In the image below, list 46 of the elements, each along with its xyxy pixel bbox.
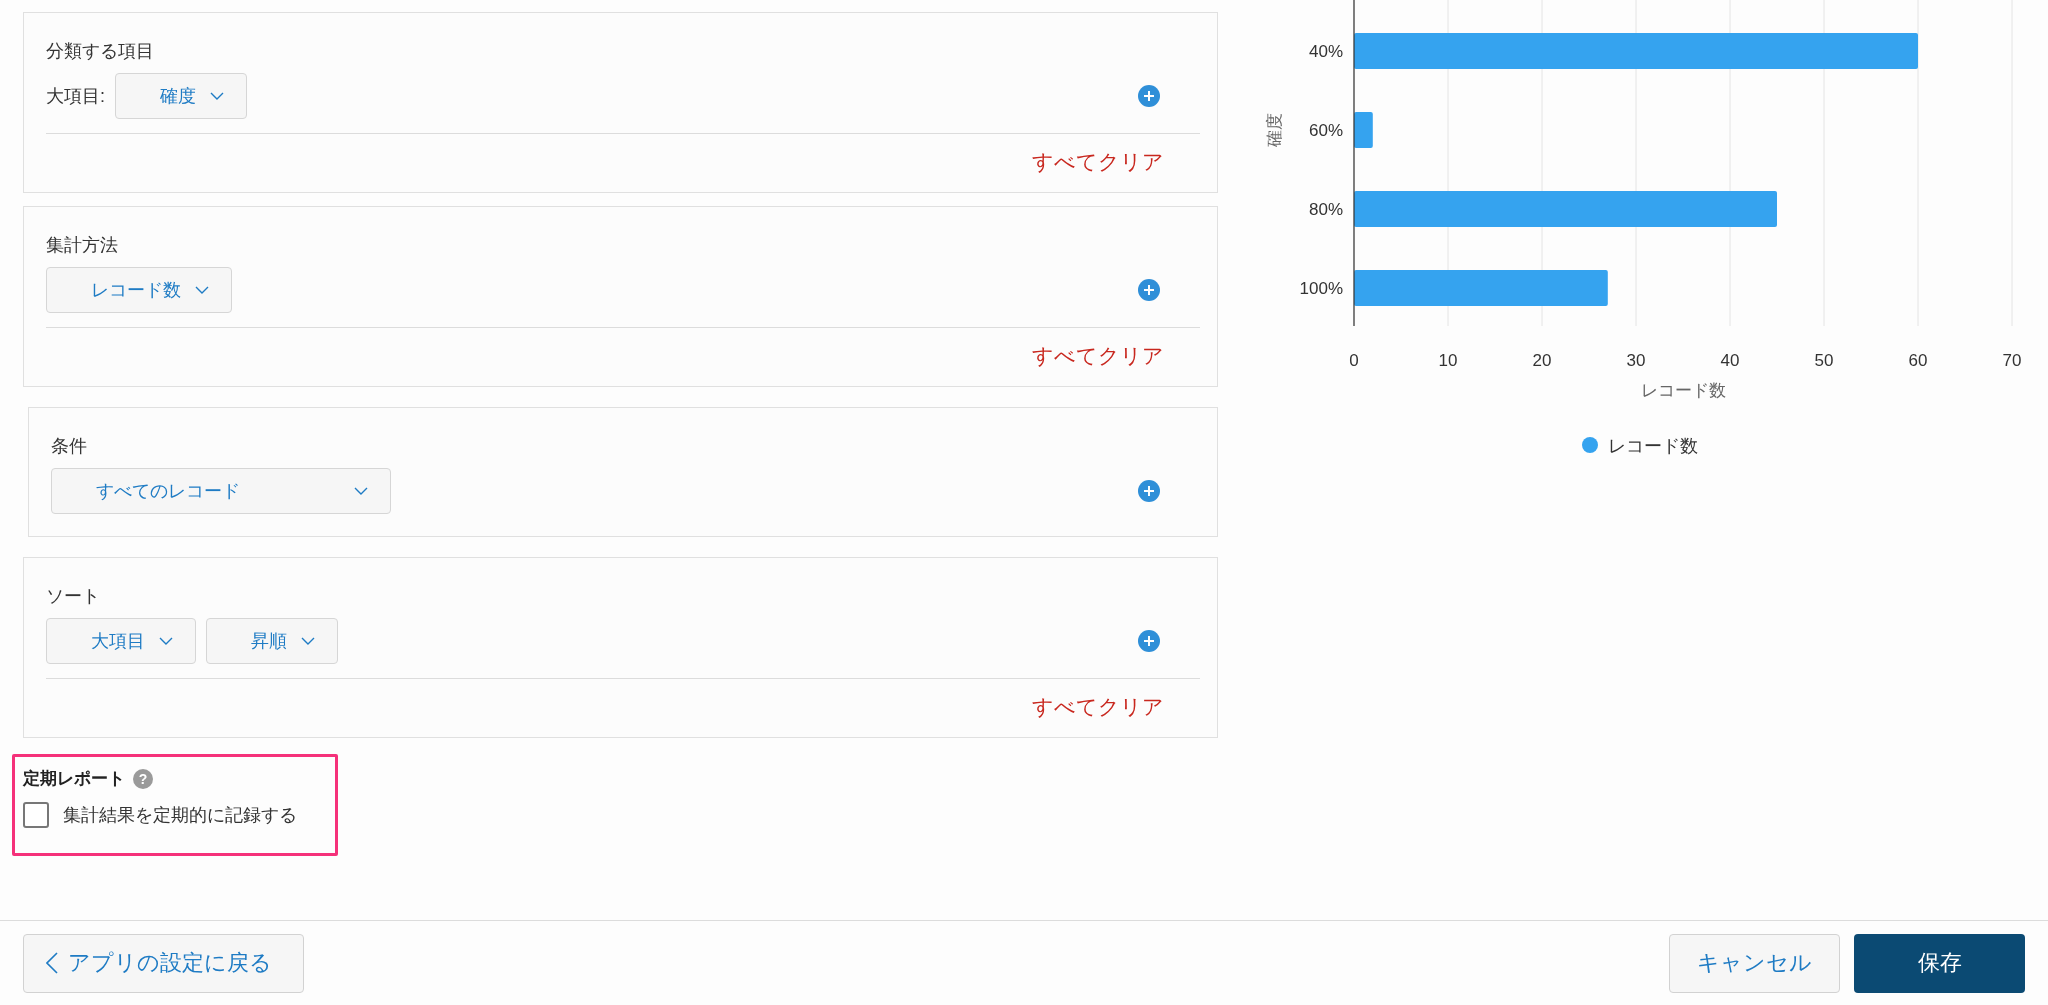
chevron-left-icon [46,952,58,974]
axis-label: 50 [1814,351,1834,370]
add-icon[interactable] [1138,630,1160,652]
checkbox[interactable] [23,802,49,828]
add-icon[interactable] [1138,480,1160,502]
save-button[interactable]: 保存 [1854,933,2025,993]
axis-label: 0 [1349,351,1359,370]
legend-dot [1582,437,1598,453]
clear-all-link[interactable]: すべてクリア [1032,148,1164,176]
axis-label: 20 [1532,351,1552,370]
axis-label: 30 [1626,351,1646,370]
dropdown[interactable]: 昇順 [206,618,338,664]
help-icon[interactable]: ? [133,768,153,789]
section-title: ソート [46,585,100,608]
chevron-down-icon [195,286,209,294]
chevron-down-icon [159,637,173,645]
axis-title: 確度 [1265,113,1284,147]
chevron-down-icon [210,92,224,100]
add-icon[interactable] [1138,85,1160,107]
field-label: 大項目: [46,85,105,108]
dropdown[interactable]: 大項目 [46,618,196,664]
dropdown[interactable]: レコード数 [46,267,232,313]
chevron-down-icon [301,637,315,645]
dropdown[interactable]: すべてのレコード [51,468,391,514]
axis-label: 80% [1308,200,1343,219]
clear-all-link[interactable]: すべてクリア [1032,342,1164,370]
add-icon[interactable] [1138,279,1160,301]
axis-label: 100% [1299,279,1343,298]
axis-label: 40% [1308,42,1343,61]
dropdown[interactable]: 確度 [115,73,247,119]
axis-title: レコード数 [1640,381,1726,400]
clear-all-link[interactable]: すべてクリア [1032,693,1164,721]
section-title: 定期レポート [23,768,125,790]
cancel-button[interactable]: キャンセル [1669,933,1840,993]
axis-label: 60% [1308,121,1343,140]
axis-label: 70 [2002,351,2022,370]
legend-label: レコード数 [1608,436,1698,456]
axis-label: 60 [1908,351,1928,370]
chevron-down-icon [354,487,368,495]
checkbox-label: 集計結果を定期的に記録する [63,804,297,827]
back-button[interactable]: アプリの設定に戻る [23,933,304,993]
section-title: 集計方法 [46,234,118,257]
section-title: 分類する項目 [46,40,154,63]
axis-label: 10 [1438,351,1458,370]
axis-label: 40 [1720,351,1740,370]
section-title: 条件 [51,435,87,458]
